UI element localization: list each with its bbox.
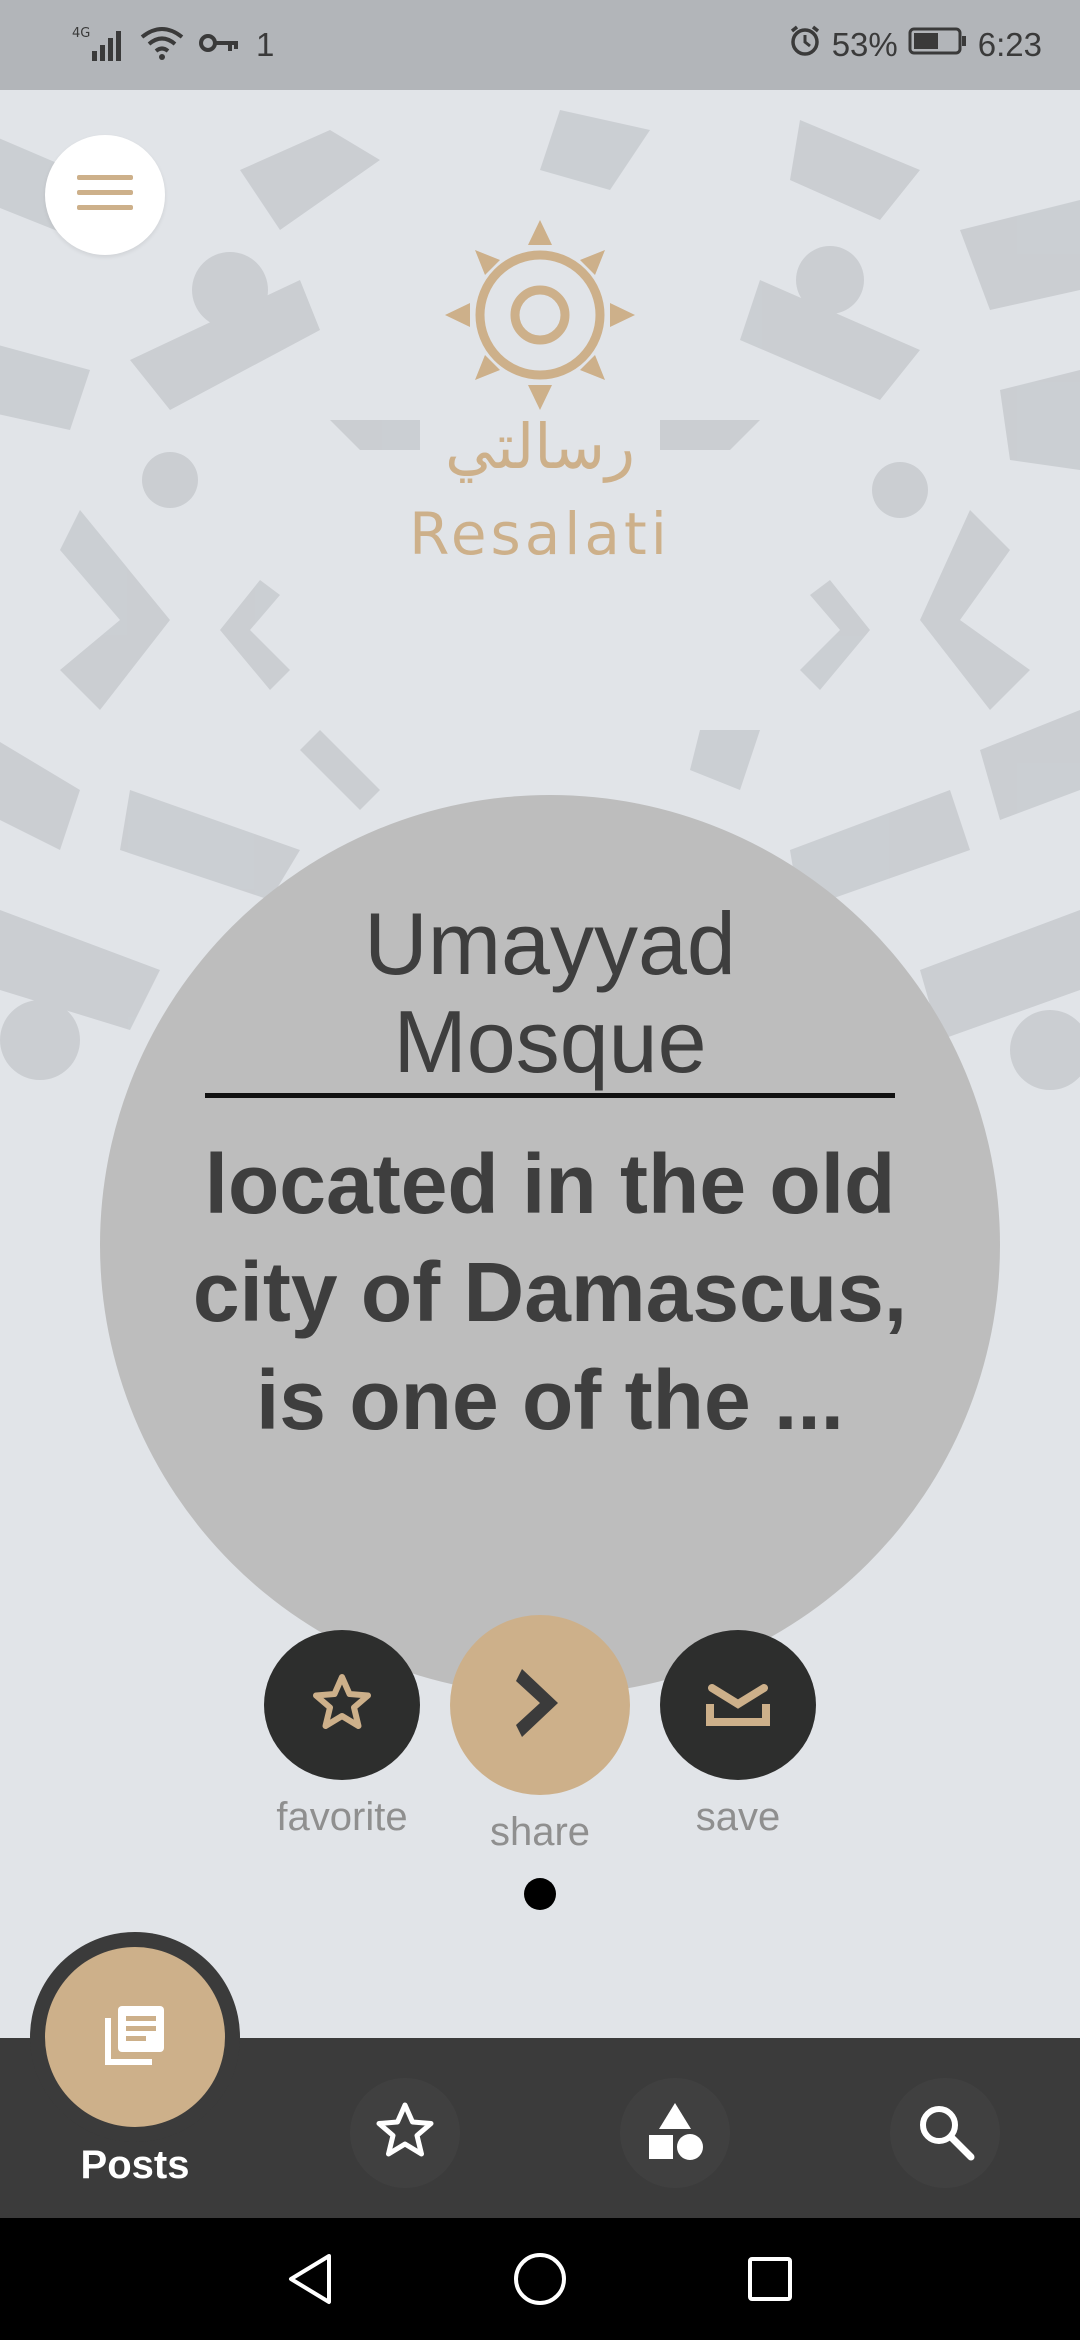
posts-icon	[100, 2000, 170, 2075]
logo-emblem-icon	[445, 220, 635, 410]
share-button[interactable]	[450, 1615, 630, 1795]
status-right: 53% 6:23	[788, 22, 1042, 68]
post-title: Umayyad Mosque	[364, 894, 736, 1091]
battery-percent: 53%	[831, 26, 898, 63]
battery-icon	[908, 26, 968, 64]
star-icon	[310, 1671, 374, 1740]
back-triangle-icon	[285, 2252, 335, 2311]
signal-icon: 4G	[70, 23, 126, 68]
page-indicator-dot[interactable]	[524, 1878, 556, 1910]
status-bar: 4G 1 53% 6:23	[0, 0, 1080, 90]
vpn-key-icon	[198, 28, 242, 63]
logo-english-text: Resalati	[409, 500, 671, 568]
inbox-icon	[706, 1678, 770, 1733]
tab-favorites[interactable]	[350, 2078, 460, 2188]
hamburger-icon	[75, 171, 135, 220]
tab-posts[interactable]	[45, 1947, 225, 2127]
logo-arabic-text: رسالتي	[444, 410, 636, 483]
favorite-label: favorite	[276, 1795, 408, 1839]
post-excerpt: located in the old city of Damascus, is …	[192, 1137, 908, 1447]
status-left: 4G 1	[70, 22, 274, 68]
tab-posts-label: Posts	[80, 2143, 190, 2187]
system-back-button[interactable]	[280, 2251, 340, 2311]
home-circle-icon	[512, 2251, 568, 2312]
categories-icon	[643, 2099, 707, 2168]
clock-time: 6:23	[977, 26, 1042, 63]
title-divider	[205, 1093, 895, 1098]
system-home-button[interactable]	[510, 2251, 570, 2311]
tab-categories[interactable]	[620, 2078, 730, 2188]
save-button[interactable]	[660, 1630, 816, 1780]
chevron-right-icon	[510, 1663, 570, 1748]
system-recents-button[interactable]	[740, 2251, 800, 2311]
menu-button[interactable]	[45, 135, 165, 255]
star-icon	[373, 2099, 437, 2168]
recents-square-icon	[745, 2254, 795, 2309]
share-label: share	[489, 1810, 591, 1854]
data-indicator: 1	[256, 26, 275, 63]
save-label: save	[695, 1795, 781, 1839]
tab-search[interactable]	[890, 2078, 1000, 2188]
svg-text:4G: 4G	[72, 26, 90, 41]
search-icon	[915, 2101, 975, 2166]
favorite-button[interactable]	[264, 1630, 420, 1780]
alarm-icon	[788, 24, 822, 66]
wifi-icon	[140, 25, 184, 66]
